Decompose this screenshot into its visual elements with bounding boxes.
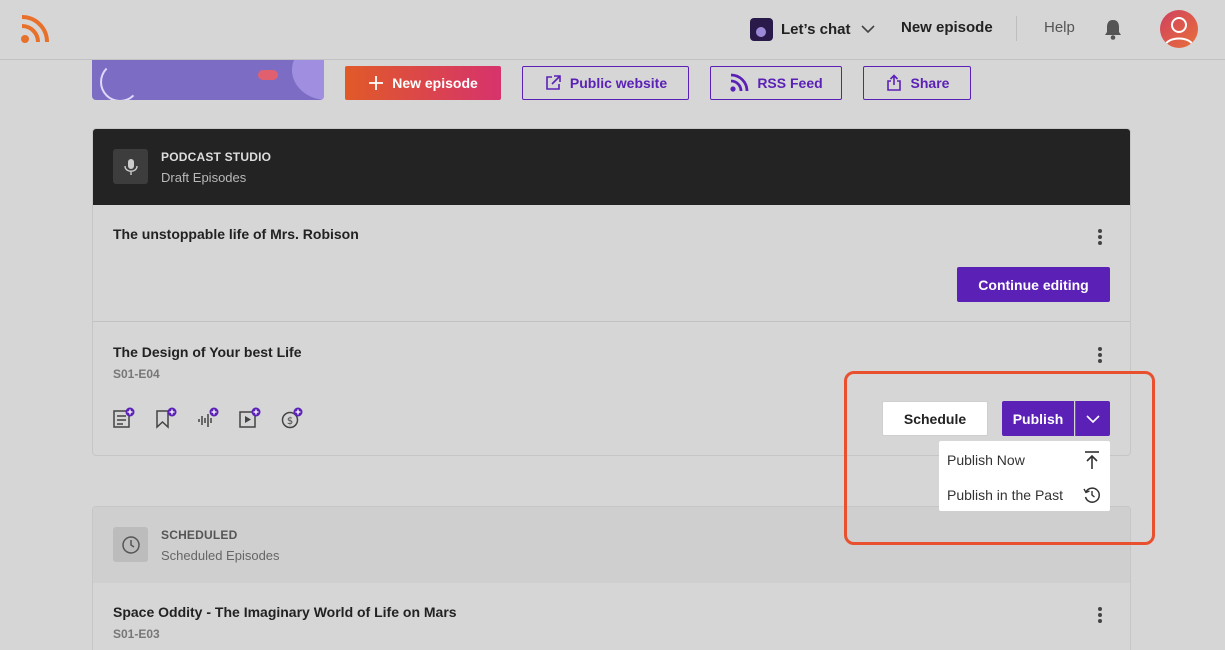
top-bar: Let’s chat New episode Help [0,0,1225,60]
external-link-icon [546,75,561,90]
episode-code: S01-E04 [113,367,160,381]
episode-title[interactable]: The unstoppable life of Mrs. Robison [113,226,359,242]
more-options-icon[interactable] [1092,605,1108,625]
more-options-icon[interactable] [1092,227,1108,247]
rss-logo-icon[interactable] [20,14,50,44]
chevron-down-icon [861,25,876,34]
section-title: SCHEDULED [161,528,238,542]
new-episode-label: New episode [392,75,478,91]
plus-icon [369,76,384,90]
section-title: PODCAST STUDIO [161,150,272,164]
rss-feed-label: RSS Feed [757,75,823,91]
avatar[interactable] [1160,10,1198,48]
episode-row: Space Oddity - The Imaginary World of Li… [93,583,1130,650]
user-icon [1164,17,1194,47]
clock-icon [113,527,148,562]
more-options-icon[interactable] [1092,345,1108,365]
podcast-switcher[interactable]: Let’s chat [750,16,876,42]
episode-code: S01-E03 [113,627,160,641]
episode-title[interactable]: The Design of Your best Life [113,344,302,360]
add-video-icon[interactable] [239,407,261,429]
rss-icon [730,73,749,92]
add-notes-icon[interactable] [113,407,135,429]
section-subtitle: Scheduled Episodes [161,548,280,563]
highlight-box [844,371,1155,545]
continue-editing-button[interactable]: Continue editing [957,267,1110,302]
add-audio-icon[interactable] [197,407,219,429]
share-label: Share [910,75,950,91]
rss-feed-button[interactable]: RSS Feed [710,66,842,100]
bell-icon[interactable] [1102,17,1124,41]
svg-text:$: $ [287,416,293,427]
share-icon [886,74,901,91]
section-subtitle: Draft Episodes [161,170,247,185]
studio-header: PODCAST STUDIO Draft Episodes [93,129,1130,205]
episode-title[interactable]: Space Oddity - The Imaginary World of Li… [113,604,457,620]
microphone-icon [113,149,148,184]
top-new-episode-link[interactable]: New episode [901,19,993,36]
podcast-thumbnail [750,17,773,41]
divider [1016,16,1017,41]
help-link[interactable]: Help [1044,19,1075,36]
new-episode-button[interactable]: New episode [345,66,501,100]
add-chapter-icon[interactable] [155,407,177,429]
share-button[interactable]: Share [863,66,971,100]
podcast-name: Let’s chat [781,20,851,38]
public-website-label: Public website [569,75,668,91]
add-monetization-icon[interactable]: $ [281,407,303,429]
public-website-button[interactable]: Public website [522,66,689,100]
episode-tools: $ [113,407,303,429]
episode-row: The unstoppable life of Mrs. Robison Con… [93,205,1130,322]
podcast-cover-image [92,60,324,100]
